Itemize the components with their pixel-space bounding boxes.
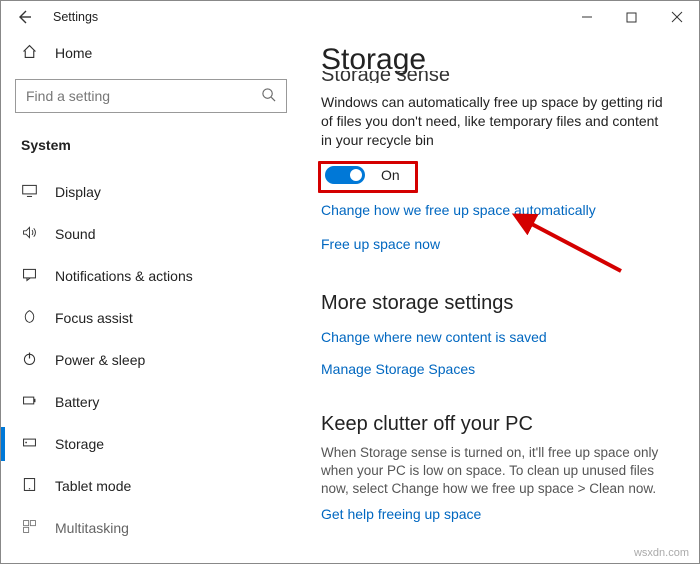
more-storage-heading: More storage settings <box>321 292 667 315</box>
minimize-button[interactable] <box>564 2 609 32</box>
notifications-icon <box>21 266 43 286</box>
sound-icon <box>21 224 43 244</box>
link-get-help[interactable]: Get help freeing up space <box>321 506 481 522</box>
sidebar-item-battery[interactable]: Battery <box>15 381 287 423</box>
multitasking-icon <box>21 518 43 538</box>
sidebar-item-label: Display <box>55 184 101 200</box>
back-button[interactable] <box>9 2 39 32</box>
window-title: Settings <box>53 10 98 24</box>
clutter-desc: When Storage sense is turned on, it'll f… <box>321 444 667 499</box>
sidebar-item-label: Power & sleep <box>55 352 145 368</box>
link-change-auto[interactable]: Change how we free up space automaticall… <box>321 202 596 218</box>
toggle-switch[interactable] <box>325 166 365 184</box>
storage-sense-desc: Windows can automatically free up space … <box>321 93 667 150</box>
display-icon <box>21 182 43 202</box>
sidebar: Home System Display Sound Notifica <box>1 33 301 563</box>
storage-sense-toggle-row[interactable]: On <box>321 162 408 188</box>
sidebar-item-label: Multitasking <box>55 520 129 536</box>
clutter-heading: Keep clutter off your PC <box>321 413 667 436</box>
sidebar-home[interactable]: Home <box>15 35 287 71</box>
toggle-state-label: On <box>381 167 400 183</box>
sidebar-item-label: Notifications & actions <box>55 268 193 284</box>
sidebar-home-label: Home <box>55 45 92 61</box>
storage-icon <box>21 434 43 454</box>
battery-icon <box>21 392 43 412</box>
sidebar-item-storage[interactable]: Storage <box>15 423 287 465</box>
sidebar-item-display[interactable]: Display <box>15 171 287 213</box>
sidebar-item-focus-assist[interactable]: Focus assist <box>15 297 287 339</box>
sidebar-item-multitasking[interactable]: Multitasking <box>15 507 287 549</box>
sidebar-item-power-sleep[interactable]: Power & sleep <box>15 339 287 381</box>
link-change-save[interactable]: Change where new content is saved <box>321 329 547 345</box>
sidebar-item-label: Focus assist <box>55 310 133 326</box>
focus-assist-icon <box>21 308 43 328</box>
search-input[interactable] <box>26 88 261 104</box>
sidebar-item-sound[interactable]: Sound <box>15 213 287 255</box>
sidebar-item-notifications[interactable]: Notifications & actions <box>15 255 287 297</box>
annotation-arrow <box>511 211 631 281</box>
sidebar-item-label: Sound <box>55 226 95 242</box>
storage-sense-heading: Storage sense <box>321 71 667 83</box>
search-box[interactable] <box>15 79 287 113</box>
maximize-button[interactable] <box>609 2 654 32</box>
power-icon <box>21 350 43 370</box>
search-icon <box>261 87 276 105</box>
sidebar-item-label: Tablet mode <box>55 478 131 494</box>
tablet-icon <box>21 476 43 496</box>
sidebar-item-label: Battery <box>55 394 99 410</box>
content-pane: Storage Storage sense Windows can automa… <box>301 33 699 563</box>
link-free-now[interactable]: Free up space now <box>321 236 440 252</box>
sidebar-item-tablet-mode[interactable]: Tablet mode <box>15 465 287 507</box>
link-manage-spaces[interactable]: Manage Storage Spaces <box>321 361 475 377</box>
sidebar-group-system: System <box>15 137 287 153</box>
close-button[interactable] <box>654 2 699 32</box>
home-icon <box>21 43 43 63</box>
sidebar-item-label: Storage <box>55 436 104 452</box>
watermark: wsxdn.com <box>634 547 689 559</box>
